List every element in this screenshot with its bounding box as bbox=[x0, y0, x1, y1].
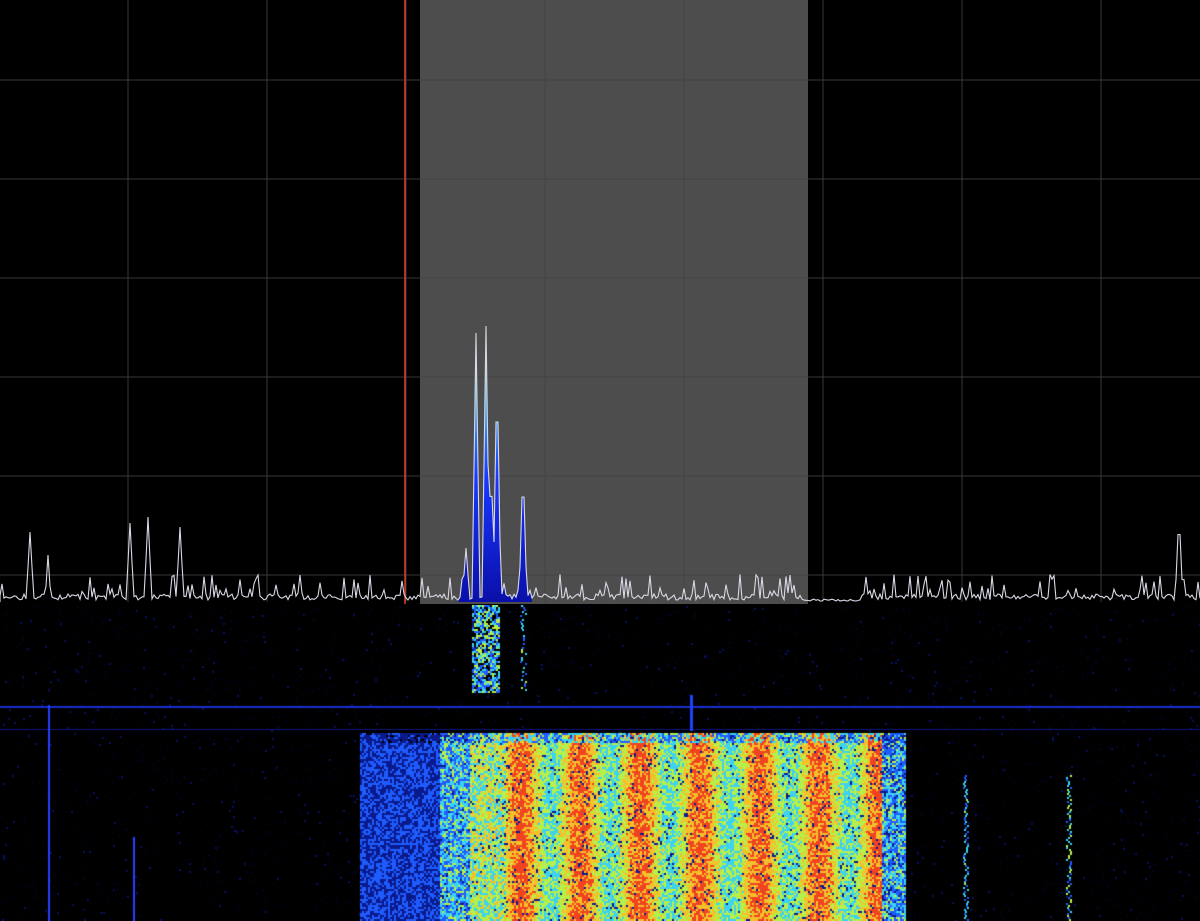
waterfall-display[interactable] bbox=[0, 605, 1200, 921]
spectrum-display[interactable] bbox=[0, 0, 1200, 605]
waterfall-canvas bbox=[0, 605, 1200, 921]
sdr-window bbox=[0, 0, 1200, 921]
spectrum-svg bbox=[0, 0, 1200, 604]
